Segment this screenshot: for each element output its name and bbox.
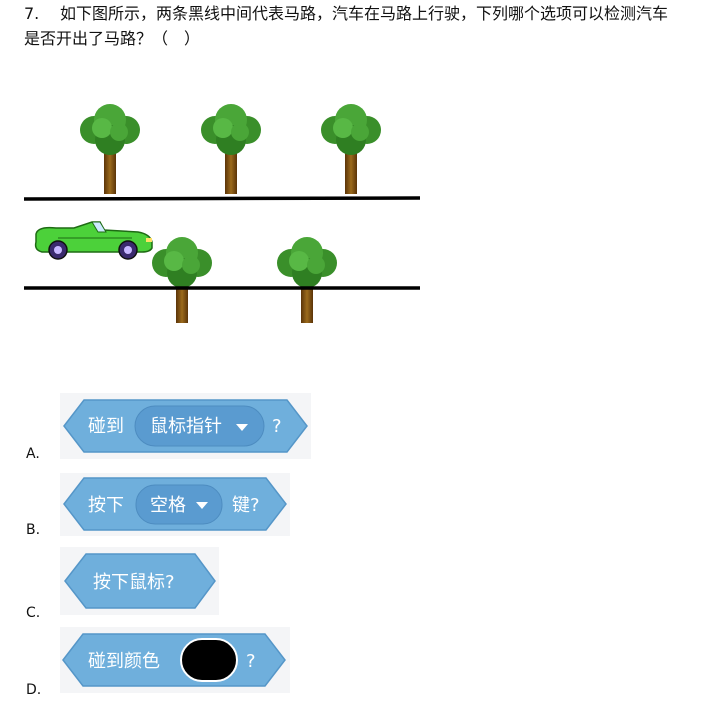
- tree-icon: [321, 104, 381, 194]
- question-number: 7.: [24, 4, 40, 23]
- road-edge-top: [23, 196, 421, 201]
- option-b-suffix: 键?: [232, 495, 260, 516]
- tree-icon: [80, 104, 140, 194]
- option-c-letter: C.: [26, 605, 41, 621]
- car-icon: [34, 221, 153, 260]
- option-b-dropdown-label: 空格: [150, 495, 186, 516]
- option-a-suffix: ?: [272, 416, 282, 437]
- option-b-letter: B.: [26, 522, 41, 538]
- question-line-2: 是否开出了马路？（ ）: [24, 29, 200, 49]
- option-b-text1: 按下: [88, 495, 124, 516]
- option-b-block[interactable]: 按下 空格 键?: [60, 473, 290, 536]
- option-d-block[interactable]: 碰到颜色 ?: [60, 627, 290, 693]
- option-d-text1: 碰到颜色: [88, 651, 160, 672]
- tree-icon: [201, 104, 261, 194]
- question-line-1: 7. 如下图所示，两条黑线中间代表马路，汽车在马路上行驶，下列哪个选项可以检测汽车: [24, 4, 668, 24]
- option-a-block[interactable]: 碰到 鼠标指针 ?: [60, 393, 311, 459]
- tree-icon: [277, 237, 337, 323]
- option-c-block[interactable]: 按下鼠标?: [60, 547, 219, 615]
- option-d-suffix: ?: [246, 651, 256, 672]
- option-a-dropdown-label: 鼠标指针: [150, 416, 222, 437]
- color-swatch[interactable]: [180, 638, 238, 682]
- tree-icon: [152, 237, 212, 323]
- option-a-text1: 碰到: [88, 416, 124, 437]
- option-d-letter: D.: [26, 682, 42, 698]
- question-text-line2: 是否开出了马路？（ ）: [24, 29, 201, 48]
- question-text-line1: 如下图所示，两条黑线中间代表马路，汽车在马路上行驶，下列哪个选项可以检测汽车: [60, 4, 669, 23]
- road-scene-illustration: [23, 104, 421, 323]
- option-c-text1: 按下鼠标?: [93, 572, 175, 593]
- option-a-letter: A.: [26, 446, 40, 462]
